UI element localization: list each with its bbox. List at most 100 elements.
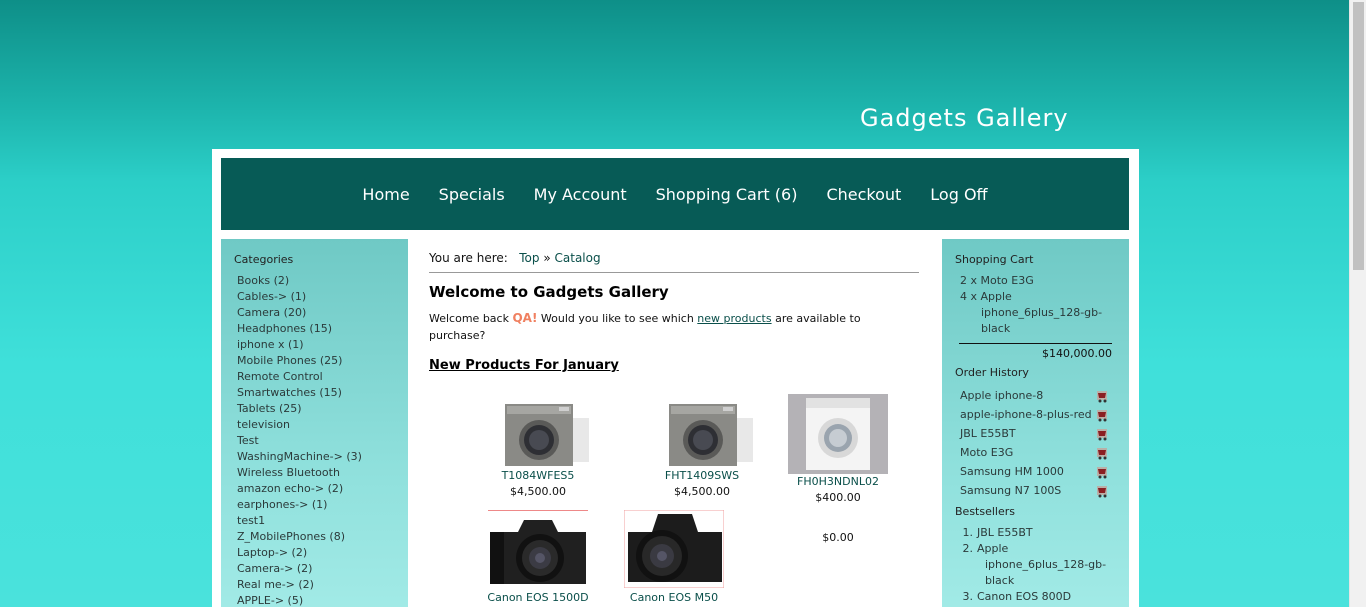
cart-add-icon[interactable] <box>1095 388 1111 404</box>
category-item[interactable]: APPLE-> (5) <box>237 593 408 607</box>
shopping-cart-heading[interactable]: Shopping Cart <box>955 252 1129 268</box>
cart-add-icon[interactable] <box>1095 426 1111 442</box>
category-item[interactable]: Books (2) <box>237 273 408 289</box>
product-name[interactable]: Canon EOS M50 <box>592 590 756 606</box>
cart-list: 2 x Moto E3G 4 x Apple iphone_6plus_128-… <box>955 273 1129 337</box>
new-products-heading[interactable]: New Products For January <box>429 358 919 376</box>
cart-add-icon[interactable] <box>1095 445 1111 461</box>
welcome-text-part: Would you like to see which <box>537 312 698 325</box>
front-loader-image <box>788 394 888 474</box>
breadcrumb-catalog[interactable]: Catalog <box>555 251 601 265</box>
history-item-label[interactable]: Samsung HM 1000 <box>960 465 1064 478</box>
history-item-label[interactable]: JBL E55BT <box>960 427 1016 440</box>
bestseller-label[interactable]: Canon EOS 800D <box>977 590 1071 603</box>
category-item[interactable]: Headphones (15) <box>237 321 408 337</box>
breadcrumb-prefix: You are here: <box>429 251 508 265</box>
bestseller-label[interactable]: JBL E55BT <box>977 526 1033 539</box>
page-scrollbar[interactable] <box>1349 0 1366 607</box>
product-price: $0.00 <box>822 531 854 544</box>
breadcrumb-top[interactable]: Top <box>519 251 539 265</box>
category-item[interactable]: Test <box>237 433 408 449</box>
camera-image <box>624 510 724 588</box>
bestseller-rank: 1. <box>962 526 974 539</box>
bestseller-item[interactable]: 1. JBL E55BT <box>955 525 1129 541</box>
history-item[interactable]: Moto E3G <box>955 443 1129 462</box>
category-item[interactable]: WashingMachine-> (3) <box>237 449 408 465</box>
category-item[interactable]: Real me-> (2) <box>237 577 408 593</box>
category-item[interactable]: Laptop-> (2) <box>237 545 408 561</box>
bestseller-label[interactable]: Apple <box>977 542 1008 555</box>
cart-add-icon[interactable] <box>1095 464 1111 480</box>
product-image-washer[interactable] <box>756 394 920 474</box>
nav-home[interactable]: Home <box>348 185 424 204</box>
nav-shopping-cart[interactable]: Shopping Cart (6) <box>641 185 812 204</box>
product-price: $4,500.00 <box>510 485 566 498</box>
category-item[interactable]: television <box>237 417 408 433</box>
scrollbar-thumb[interactable] <box>1353 2 1364 270</box>
page-wrapper: Home Specials My Account Shopping Cart (… <box>212 149 1139 607</box>
product-price: $400.00 <box>815 491 861 504</box>
main-navbar: Home Specials My Account Shopping Cart (… <box>221 158 1129 230</box>
history-item[interactable]: Samsung HM 1000 <box>955 462 1129 481</box>
welcome-text-part: Welcome back <box>429 312 513 325</box>
bestsellers-heading: Bestsellers <box>955 505 1015 518</box>
category-item[interactable]: Tablets (25) <box>237 401 408 417</box>
product-image-washer[interactable] <box>456 394 620 468</box>
nav-log-off[interactable]: Log Off <box>916 185 1002 204</box>
product-image-camera[interactable] <box>592 510 756 590</box>
cart-item[interactable]: 4 x Apple <box>955 289 1129 305</box>
cart-add-icon[interactable] <box>1095 407 1111 423</box>
nav-checkout[interactable]: Checkout <box>812 185 916 204</box>
cart-add-icon[interactable] <box>1095 483 1111 499</box>
site-title: Gadgets Gallery <box>860 104 1069 132</box>
history-item[interactable]: Apple iphone-8 <box>955 386 1129 405</box>
nav-specials[interactable]: Specials <box>424 185 519 204</box>
category-item[interactable]: test1 <box>237 513 408 529</box>
history-item[interactable]: Samsung N7 100S <box>955 481 1129 500</box>
right-sidebar: Shopping Cart 2 x Moto E3G 4 x Apple iph… <box>942 239 1129 607</box>
cart-item-continued[interactable]: iphone_6plus_128-gb- <box>955 305 1129 321</box>
bestsellers-list: 1. JBL E55BT 2. Apple iphone_6plus_128-gb-… <box>955 525 1129 605</box>
bestseller-rank: 3. <box>962 590 974 603</box>
product-card[interactable]: FH0H3NDNL02 $400.00 <box>756 394 920 506</box>
category-item[interactable]: Remote Control <box>237 369 408 385</box>
history-item-label[interactable]: Moto E3G <box>960 446 1013 459</box>
category-item[interactable]: Camera (20) <box>237 305 408 321</box>
history-item-label[interactable]: Apple iphone-8 <box>960 389 1043 402</box>
category-item[interactable]: earphones-> (1) <box>237 497 408 513</box>
history-item-label[interactable]: apple-iphone-8-plus-red <box>960 408 1092 421</box>
cart-item-continued[interactable]: black <box>955 321 1129 337</box>
categories-heading: Categories <box>234 253 294 266</box>
product-name[interactable]: T1084WFES5 <box>456 468 620 484</box>
categories-box: Categories Books (2) Cables-> (1) Camera… <box>221 239 408 607</box>
product-card[interactable]: Canon EOS M50 <box>592 510 756 607</box>
category-item[interactable]: iphone x (1) <box>237 337 408 353</box>
camera-image <box>488 510 588 584</box>
bestseller-item-continued[interactable]: black <box>955 573 1129 589</box>
product-name[interactable]: FH0H3NDNL02 <box>756 474 920 490</box>
breadcrumb-separator: » <box>543 251 551 265</box>
welcome-title: Welcome to Gadgets Gallery <box>429 283 669 301</box>
category-item[interactable]: Z_MobilePhones (8) <box>237 529 408 545</box>
new-products-link[interactable]: new products <box>697 312 771 325</box>
category-item[interactable]: Mobile Phones (25) <box>237 353 408 369</box>
history-item[interactable]: JBL E55BT <box>955 424 1129 443</box>
category-item[interactable]: Smartwatches (15) <box>237 385 408 401</box>
bestseller-item[interactable]: 3. Canon EOS 800D <box>955 589 1129 605</box>
history-item[interactable]: apple-iphone-8-plus-red <box>955 405 1129 424</box>
bestseller-item-continued[interactable]: iphone_6plus_128-gb- <box>955 557 1129 573</box>
category-item[interactable]: amazon echo-> (2) <box>237 481 408 497</box>
breadcrumb: You are here: Top » Catalog <box>429 249 919 273</box>
category-item[interactable]: Camera-> (2) <box>237 561 408 577</box>
cart-item[interactable]: 2 x Moto E3G <box>955 273 1129 289</box>
bestseller-item[interactable]: 2. Apple <box>955 541 1129 557</box>
product-card[interactable]: T1084WFES5 $4,500.00 <box>456 394 620 500</box>
category-item[interactable]: Wireless Bluetooth <box>237 465 408 481</box>
categories-list: Books (2) Cables-> (1) Camera (20) Headp… <box>234 273 408 607</box>
bestseller-rank: 2. <box>962 542 974 555</box>
cart-total: $140,000.00 <box>959 343 1112 363</box>
history-item-label[interactable]: Samsung N7 100S <box>960 484 1061 497</box>
product-card[interactable]: $0.00 <box>756 530 920 546</box>
nav-my-account[interactable]: My Account <box>519 185 641 204</box>
category-item[interactable]: Cables-> (1) <box>237 289 408 305</box>
